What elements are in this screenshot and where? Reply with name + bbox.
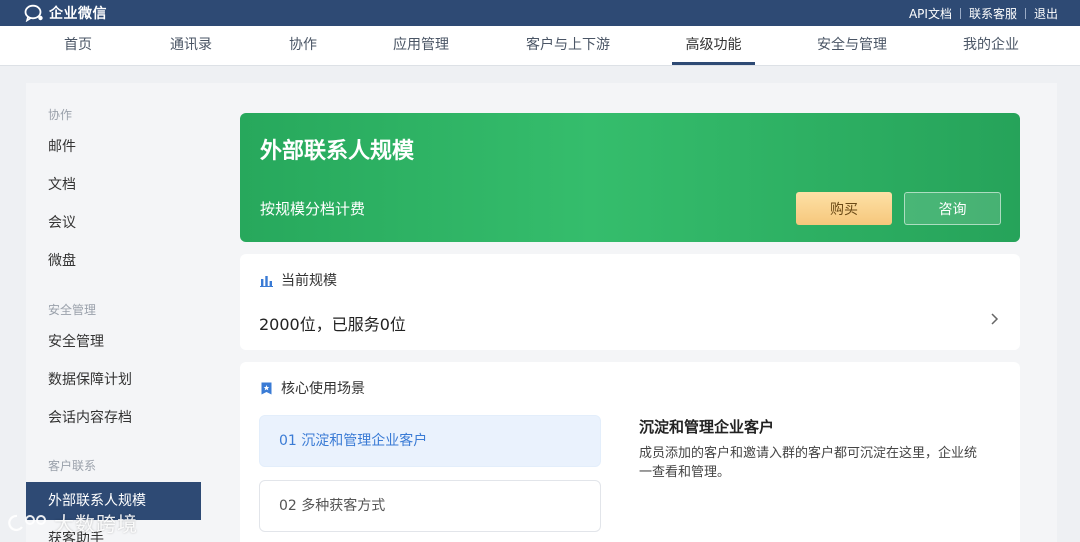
core-scenarios-label: 核心使用场景 (281, 381, 365, 397)
logout-link[interactable]: 退出 (1034, 5, 1058, 22)
nav-app-management[interactable]: 应用管理 (389, 26, 453, 65)
sidebar-item-drive[interactable]: 微盘 (26, 242, 201, 280)
hero-banner: 外部联系人规模 按规模分档计费 购买 咨询 (240, 113, 1020, 242)
nav-collab[interactable]: 协作 (284, 26, 322, 65)
sidebar-item-chat-archive[interactable]: 会话内容存档 (26, 399, 201, 437)
nav-advanced-features[interactable]: 高级功能 (672, 26, 755, 65)
sidebar-item-meeting[interactable]: 会议 (26, 204, 201, 242)
sidebar: 协作 邮件 文档 会议 微盘 安全管理 安全管理 数据保障计划 会话内容存档 客… (26, 83, 201, 542)
brand-name: 企业微信 (49, 6, 107, 22)
scenario-item-manage-customers[interactable]: 01 沉淀和管理企业客户 (259, 415, 601, 467)
current-scale-header: 当前规模 (260, 270, 337, 290)
divider (959, 7, 961, 19)
sidebar-group-collab: 协作 (48, 108, 73, 122)
consult-button[interactable]: 咨询 (904, 192, 1001, 225)
sidebar-group-customer: 客户联系 (48, 459, 97, 473)
api-docs-link[interactable]: API文档 (909, 5, 952, 22)
divider (1024, 7, 1026, 19)
brand-logo[interactable]: 企业微信 (24, 3, 107, 23)
nav-contacts[interactable]: 通讯录 (164, 26, 218, 65)
sidebar-item-mail[interactable]: 邮件 (26, 128, 201, 166)
nav-security-management[interactable]: 安全与管理 (812, 26, 892, 65)
top-bar: 企业微信 API文档 联系客服 退出 (0, 0, 1080, 26)
current-scale-card[interactable]: 当前规模 2000位，已服务0位 (240, 254, 1020, 350)
current-scale-label: 当前规模 (281, 273, 337, 289)
support-link[interactable]: 联系客服 (969, 5, 1017, 22)
bar-chart-icon (260, 275, 273, 287)
page-title: 外部联系人规模 (260, 139, 415, 164)
wecom-logo-icon (24, 4, 43, 22)
scenario-detail-title: 沉淀和管理企业客户 (639, 418, 775, 436)
pricing-subtitle: 按规模分档计费 (260, 200, 366, 218)
core-scenarios-card: 核心使用场景 01 沉淀和管理企业客户 02 多种获客方式 沉淀和管理企业客户 … (240, 362, 1020, 542)
watermark-text: 大数跨境 (54, 512, 138, 536)
chevron-right-icon[interactable] (988, 312, 1000, 326)
bookmark-star-icon (261, 382, 272, 394)
main-content: 外部联系人规模 按规模分档计费 购买 咨询 当前规模 2000位，已服务0位 核… (201, 83, 1057, 542)
current-scale-value: 2000位，已服务0位 (259, 315, 406, 334)
nav-my-enterprise[interactable]: 我的企业 (958, 26, 1024, 65)
sidebar-item-docs[interactable]: 文档 (26, 166, 201, 204)
nav-customers-partners[interactable]: 客户与上下游 (521, 26, 615, 65)
buy-button[interactable]: 购买 (796, 192, 892, 225)
watermark-logo-icon (8, 514, 46, 531)
nav-home[interactable]: 首页 (58, 26, 98, 65)
watermark: 大数跨境 (8, 508, 138, 537)
sidebar-group-security: 安全管理 (48, 303, 97, 317)
sidebar-item-data-protection[interactable]: 数据保障计划 (26, 361, 201, 399)
sidebar-item-security[interactable]: 安全管理 (26, 323, 201, 361)
main-nav: 首页 通讯录 协作 应用管理 客户与上下游 高级功能 安全与管理 我的企业 (0, 26, 1080, 66)
top-links: API文档 联系客服 退出 (909, 4, 1058, 22)
scenario-item-acquisition-methods[interactable]: 02 多种获客方式 (259, 480, 601, 532)
core-scenarios-header: 核心使用场景 (260, 378, 365, 398)
scenario-detail-description: 成员添加的客户和邀请入群的客户都可沉淀在这里，企业统一查看和管理。 (639, 446, 978, 480)
